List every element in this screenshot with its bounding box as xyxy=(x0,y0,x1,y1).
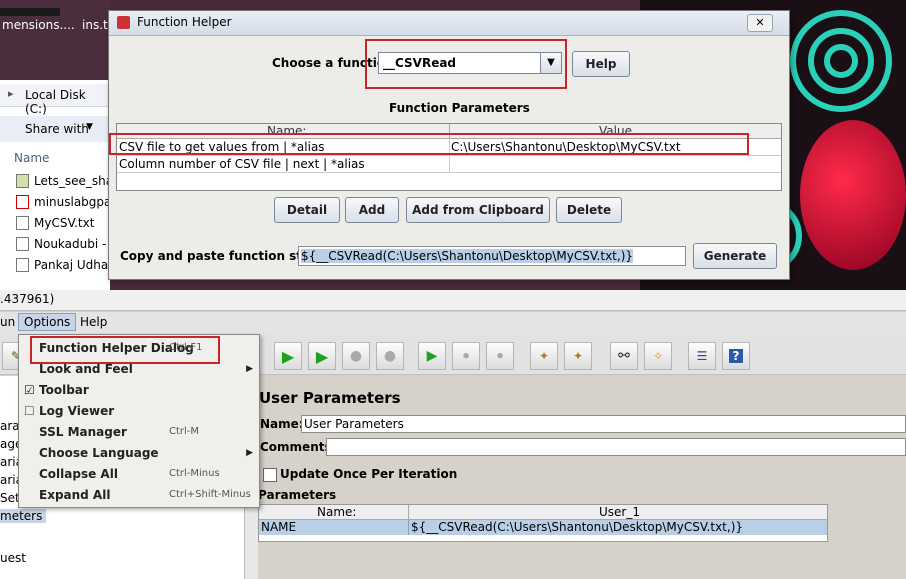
menu-item-ssl-manager[interactable]: SSL Manager Ctrl-M xyxy=(19,421,259,442)
menu-help[interactable]: Help xyxy=(80,315,107,329)
function-string-text: ${__CSVRead(C:\Users\Shantonu\Desktop\My… xyxy=(301,249,634,263)
checkmark-icon: ☑ xyxy=(24,382,35,397)
name-field[interactable]: User Parameters xyxy=(301,415,906,433)
help-button[interactable]: Help xyxy=(572,51,630,77)
menu-item-log-viewer[interactable]: ☐ Log Viewer xyxy=(19,400,259,421)
reset-search-icon[interactable]: ✧ xyxy=(644,342,672,370)
audio-file-icon xyxy=(16,237,29,251)
menu-item-collapse-all[interactable]: Collapse All Ctrl-Minus xyxy=(19,463,259,484)
desktop-icon xyxy=(0,8,60,16)
remote-stop-icon[interactable]: ⚫ xyxy=(452,342,480,370)
function-string-field[interactable]: ${__CSVRead(C:\Users\Shantonu\Desktop\My… xyxy=(298,246,686,266)
param-name-cell[interactable]: Column number of CSV file | next | *alia… xyxy=(119,157,445,171)
column-header-name[interactable]: Name xyxy=(14,151,49,165)
file-item[interactable]: Noukadubi - xyxy=(16,235,106,253)
tree-item[interactable]: uest xyxy=(0,551,26,565)
menu-bar: un Options Help xyxy=(0,312,906,334)
function-helper-dialog: Function Helper ✕ Choose a function __CS… xyxy=(108,10,790,280)
menu-item-toolbar[interactable]: ☑ Toolbar xyxy=(19,379,259,400)
stop-icon[interactable]: ● xyxy=(342,342,370,370)
audio-file-icon xyxy=(16,258,29,272)
parameters-label: Parameters xyxy=(258,488,337,502)
dialog-titlebar[interactable]: Function Helper ✕ xyxy=(109,11,789,36)
table-header: Name: User_1 xyxy=(259,505,827,520)
menu-item-expand-all[interactable]: Expand All Ctrl+Shift-Minus xyxy=(19,484,259,505)
highlight-box xyxy=(109,133,749,155)
window-title-fragment: .437961) xyxy=(0,292,55,306)
search-icon[interactable]: ⚯ xyxy=(610,342,638,370)
clear-icon[interactable]: ✦ xyxy=(530,342,558,370)
panel-title: User Parameters xyxy=(259,389,401,407)
menu-run[interactable]: un xyxy=(0,315,15,329)
address-text: Local Disk (C:) xyxy=(25,88,86,116)
function-select[interactable]: __CSVRead ▼ xyxy=(378,52,562,74)
column-divider xyxy=(408,505,409,519)
param-name-cell[interactable]: NAME xyxy=(261,520,296,534)
comments-label: Comments: xyxy=(260,440,337,454)
file-item[interactable]: minuslabgpad xyxy=(16,193,119,211)
menu-options[interactable]: Options xyxy=(18,313,77,331)
function-parameters-title: Function Parameters xyxy=(389,101,530,115)
column-divider xyxy=(408,520,409,535)
remote-shutdown-icon[interactable]: ⚫ xyxy=(486,342,514,370)
user-parameters-table: Name: User_1 NAME ${__CSVRead(C:\Users\S… xyxy=(258,504,828,542)
file-item[interactable]: Pankaj Udhas xyxy=(16,256,115,274)
param-value-cell[interactable]: ${__CSVRead(C:\Users\Shantonu\Desktop\My… xyxy=(411,520,743,534)
table-row[interactable]: NAME ${__CSVRead(C:\Users\Shantonu\Deskt… xyxy=(259,520,827,535)
tree-item[interactable]: Set xyxy=(0,491,20,505)
explorer-desktop-strip: mensions.... ins.t xyxy=(0,0,110,80)
text-file-icon xyxy=(16,216,29,230)
chevron-down-icon[interactable]: ▼ xyxy=(540,53,561,73)
highlight-box xyxy=(30,336,220,364)
comments-field[interactable] xyxy=(326,438,906,456)
update-once-label: Update Once Per Iteration xyxy=(280,467,458,481)
menu-item-choose-language[interactable]: Choose Language ▶ xyxy=(19,442,259,463)
shutdown-icon[interactable]: ● xyxy=(376,342,404,370)
close-icon[interactable]: ✕ xyxy=(747,14,773,32)
tree-item-selected[interactable]: meters xyxy=(0,509,47,523)
user-parameters-panel: User Parameters Name: User Parameters Co… xyxy=(258,376,906,579)
column-header-name[interactable]: Name: xyxy=(317,505,356,519)
chevron-down-icon: ▼ xyxy=(86,122,93,132)
swirl-shape xyxy=(824,44,858,78)
column-header-user[interactable]: User_1 xyxy=(599,505,640,519)
remote-start-icon[interactable]: ▶ xyxy=(418,342,446,370)
name-value: User Parameters xyxy=(304,417,404,431)
share-with-button[interactable]: Share with xyxy=(25,122,89,136)
chevron-right-icon: ▶ xyxy=(246,447,253,458)
desktop-item[interactable]: ins.t xyxy=(82,18,108,32)
explorer-window: mensions.... ins.t ▸ Local Disk (C:) Sha… xyxy=(0,0,126,290)
address-bar[interactable]: ▸ Local Disk (C:) xyxy=(0,84,110,116)
name-label: Name: xyxy=(260,417,304,431)
red-orb xyxy=(800,120,906,270)
checkbox-icon: ☐ xyxy=(24,403,35,418)
generate-button[interactable]: Generate xyxy=(693,243,777,269)
dialog-title: Function Helper xyxy=(137,15,232,29)
jmeter-titlebar[interactable]: .437961) xyxy=(0,290,906,311)
jmeter-icon xyxy=(117,16,130,29)
start-icon[interactable]: ▶ xyxy=(274,342,302,370)
desktop-item[interactable]: mensions.... xyxy=(2,18,75,32)
chevron-right-icon: ▸ xyxy=(8,87,14,100)
clear-all-icon[interactable]: ✦ xyxy=(564,342,592,370)
detail-button[interactable]: Detail xyxy=(274,197,340,223)
delete-button[interactable]: Delete xyxy=(556,197,622,223)
explorer-toolbar: Share with ▼ xyxy=(0,116,110,142)
add-button[interactable]: Add xyxy=(345,197,399,223)
pdf-file-icon xyxy=(16,195,29,209)
start-no-pause-icon[interactable]: ▶ xyxy=(308,342,336,370)
help-icon[interactable]: ? xyxy=(722,342,750,370)
file-item[interactable]: MyCSV.txt xyxy=(16,214,94,232)
function-helper-icon[interactable]: ☰ xyxy=(688,342,716,370)
add-from-clipboard-button[interactable]: Add from Clipboard xyxy=(406,197,550,223)
selected-function: __CSVRead xyxy=(383,56,457,70)
chevron-right-icon: ▶ xyxy=(246,363,253,374)
update-once-checkbox[interactable] xyxy=(263,468,277,482)
media-file-icon xyxy=(16,174,29,188)
